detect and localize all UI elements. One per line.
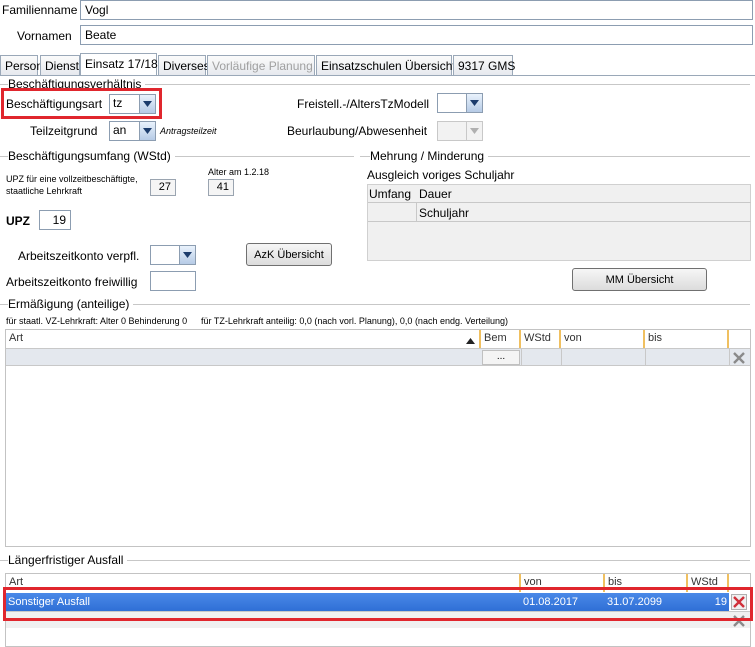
ermaessigung-info-right: für TZ-Lehrkraft anteilig: 0,0 (nach vor… — [201, 316, 509, 326]
azk-freiwillig-label: Arbeitszeitkonto freiwillig — [6, 275, 138, 289]
teilzeitgrund-label: Teilzeitgrund — [30, 124, 98, 138]
highlight-box-beschaeftigungsart — [1, 88, 162, 119]
tab-einsatz[interactable]: Einsatz 17/18 — [80, 53, 158, 76]
divider — [729, 349, 730, 366]
upz-description-line2: staatliche Lehrkraft — [6, 186, 83, 196]
sub-schuljahr-header: Schuljahr — [419, 206, 470, 220]
vornamen-label: Vornamen — [17, 29, 72, 43]
chevron-down-icon[interactable] — [139, 122, 155, 140]
divider — [368, 202, 751, 203]
col-von-header[interactable]: von — [561, 330, 645, 348]
highlight-box-ausfall-row — [3, 587, 753, 621]
upz-field[interactable]: 19 — [39, 210, 71, 230]
familienname-label: Familienname — [2, 3, 78, 17]
tab-person[interactable]: Person — [0, 55, 43, 75]
ermaessigung-grid-header: Art Bem WStd von bis — [6, 330, 750, 348]
teilzeitgrund-value: an — [113, 123, 127, 137]
freistell-select[interactable] — [437, 93, 483, 113]
col-art-header[interactable]: Art — [6, 330, 481, 348]
freistell-label: Freistell.-/AltersTzModell — [297, 97, 430, 111]
azk-uebersicht-button[interactable]: AzK Übersicht — [246, 243, 332, 266]
azk-verpfl-label: Arbeitszeitkonto verpfl. — [18, 249, 140, 263]
sort-up-icon — [466, 335, 475, 347]
tab-dienst[interactable]: Dienst — [40, 55, 80, 75]
col-art-label: Art — [9, 332, 24, 344]
upz-full-value: 27 — [150, 179, 176, 196]
col-bem-header[interactable]: Bem — [481, 330, 521, 348]
section-mehrung: Mehrung / Minderung — [370, 149, 489, 163]
ermaessigung-info-left: für staatl. VZ-Lehrkraft: Alter 0 Behind… — [6, 316, 188, 326]
ermaessigung-grid[interactable]: Art Bem WStd von bis ... — [5, 329, 751, 547]
col-wstd-header[interactable]: WStd — [521, 330, 561, 348]
upz-description-line1: UPZ für eine vollzeitbeschäftigte, — [6, 174, 138, 184]
chevron-down-icon[interactable] — [179, 246, 195, 264]
beurlaubung-select — [437, 121, 483, 141]
familienname-field[interactable]: Vogl — [80, 0, 753, 20]
azk-freiwillig-field[interactable] — [150, 271, 196, 291]
mehrung-table: Umfang Dauer Schuljahr — [367, 184, 751, 261]
alter-value: 41 — [208, 179, 234, 196]
teilzeitgrund-select[interactable]: an — [109, 121, 156, 141]
mm-uebersicht-button[interactable]: MM Übersicht — [572, 268, 707, 291]
tab-einsatzschulen[interactable]: Einsatzschulen Übersicht — [316, 55, 456, 75]
beurlaubung-label: Beurlaubung/Abwesenheit — [287, 124, 428, 138]
ausgleich-label: Ausgleich voriges Schuljahr — [367, 168, 515, 182]
section-umfang: Beschäftigungsumfang (WStd) — [8, 149, 175, 163]
chevron-down-icon[interactable] — [466, 94, 482, 112]
divider — [561, 349, 562, 366]
divider — [521, 349, 522, 366]
col-umfang-header: Umfang — [369, 187, 412, 201]
alter-label: Alter am 1.2.18 — [208, 167, 270, 177]
section-ermaessigung: Ermäßigung (anteilige) — [8, 297, 134, 311]
antragsteilzeit-label: Antragsteilzeit — [160, 126, 217, 136]
divider — [645, 349, 646, 366]
bem-ellipsis-button[interactable]: ... — [482, 350, 520, 365]
upz-label: UPZ — [6, 214, 30, 228]
tab-9317-gms[interactable]: 9317 GMS — [453, 55, 515, 75]
upz-description: UPZ für eine vollzeitbeschäftigte, staat… — [6, 173, 138, 197]
col-bis-header[interactable]: bis — [645, 330, 729, 348]
divider — [368, 221, 751, 222]
vornamen-field[interactable]: Beate — [80, 25, 753, 45]
divider — [416, 202, 417, 221]
delete-icon[interactable] — [731, 350, 747, 366]
tab-vorlaeufige-planung: Vorläufige Planung — [207, 55, 315, 75]
section-ausfall: Längerfristiger Ausfall — [8, 553, 128, 567]
tab-strip-line — [0, 75, 755, 76]
tab-diverses[interactable]: Diverses — [158, 55, 210, 75]
azk-verpfl-select[interactable] — [150, 245, 196, 265]
col-dauer-header: Dauer — [419, 187, 452, 201]
chevron-down-icon — [466, 122, 482, 140]
grid-new-row[interactable]: ... — [6, 348, 750, 366]
